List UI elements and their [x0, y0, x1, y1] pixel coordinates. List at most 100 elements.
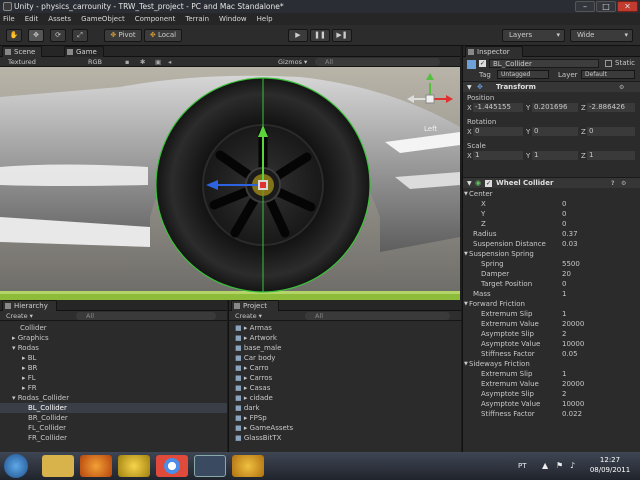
step-button[interactable]: ▶❚	[332, 29, 352, 42]
render-mode-dropdown[interactable]: RGB	[88, 57, 102, 67]
hierarchy-item[interactable]: ▸ BL	[0, 353, 227, 363]
wheel-collider-row-value[interactable]: 0.05	[562, 349, 634, 359]
project-item[interactable]: ■ ▸ Artwork	[229, 333, 461, 343]
rotate-tool-button[interactable]: ⟳	[50, 29, 66, 42]
move-tool-button[interactable]: ✥	[28, 29, 44, 42]
minimize-button[interactable]: –	[575, 1, 595, 12]
foldout-icon[interactable]: ▼	[464, 359, 468, 369]
scene-search-input[interactable]: All	[315, 58, 440, 66]
menu-item[interactable]: Window	[219, 15, 247, 23]
scene-audio-toggle-icon[interactable]: ◂	[168, 57, 171, 67]
project-create-dropdown[interactable]: Create ▾	[235, 311, 262, 321]
scale-z-field[interactable]: 1	[587, 151, 635, 160]
project-search-input[interactable]: All	[305, 312, 450, 320]
pause-button[interactable]: ❚❚	[310, 29, 330, 42]
scene-image-toggle-icon[interactable]: ▣	[155, 57, 161, 67]
project-item[interactable]: ■ dark	[229, 403, 461, 413]
wheel-collider-enabled-checkbox[interactable]: ✓	[485, 180, 492, 187]
wheel-collider-row-value[interactable]: 2	[562, 329, 634, 339]
position-y-field[interactable]: 0.201696	[532, 103, 578, 112]
foldout-icon[interactable]: ▼	[464, 189, 468, 199]
language-indicator[interactable]: PT	[518, 462, 527, 470]
wheel-collider-row-value[interactable]: 1	[562, 369, 634, 379]
wheel-collider-row-value[interactable]: 0	[562, 279, 634, 289]
foldout-icon[interactable]: ▼	[464, 299, 468, 309]
wheel-collider-row-value[interactable]: 20000	[562, 319, 634, 329]
tab-hierarchy[interactable]: Hierarchy	[2, 300, 57, 311]
project-item[interactable]: ■ ▸ GameAssets	[229, 423, 461, 433]
start-button-icon[interactable]	[4, 454, 28, 478]
wheel-collider-row-value[interactable]: 1	[562, 289, 634, 299]
foldout-icon[interactable]: ▼	[464, 249, 468, 259]
wheel-collider-row-value[interactable]: 0	[562, 209, 634, 219]
project-item[interactable]: ■ GlassBitTX	[229, 433, 461, 443]
tab-inspector[interactable]: Inspector	[465, 46, 523, 57]
menu-item[interactable]: File	[3, 15, 15, 23]
hierarchy-search-input[interactable]: All	[76, 312, 216, 320]
project-item[interactable]: ■ base_male	[229, 343, 461, 353]
wheel-collider-header[interactable]: ▼ ◉ ✓ Wheel Collider ? ⚙	[463, 177, 640, 188]
maximize-button[interactable]: □	[596, 1, 616, 12]
hierarchy-item[interactable]: ▾ Rodas_Collider	[0, 393, 227, 403]
hierarchy-item[interactable]: BR_Collider	[0, 413, 227, 423]
hierarchy-item[interactable]: Collider	[0, 323, 227, 333]
explorer-icon[interactable]	[42, 455, 74, 477]
project-item[interactable]: ■ Car body	[229, 353, 461, 363]
hierarchy-create-dropdown[interactable]: Create ▾	[6, 311, 33, 321]
wheel-collider-row-value[interactable]: 2	[562, 389, 634, 399]
scale-tool-button[interactable]: ⤢	[72, 29, 88, 42]
tab-project[interactable]: Project	[231, 300, 279, 311]
project-item[interactable]: ■ ▸ Carro	[229, 363, 461, 373]
gizmos-dropdown[interactable]: Gizmos ▾	[278, 57, 307, 67]
position-z-field[interactable]: -2.886426	[587, 103, 635, 112]
wheel-collider-row-value[interactable]: 10000	[562, 339, 634, 349]
tag-dropdown[interactable]: Untagged	[497, 70, 549, 79]
object-name-field[interactable]: BL_Collider	[489, 59, 599, 68]
wheel-collider-row-value[interactable]: 0.03	[562, 239, 634, 249]
tray-volume-icon[interactable]: ♪	[570, 461, 575, 470]
rotation-y-field[interactable]: 0	[532, 127, 578, 136]
scale-y-field[interactable]: 1	[532, 151, 578, 160]
hierarchy-item[interactable]: FL_Collider	[0, 423, 227, 433]
menu-item[interactable]: Assets	[48, 15, 71, 23]
chrome-icon[interactable]	[156, 455, 188, 477]
hierarchy-item[interactable]: FR_Collider	[0, 433, 227, 443]
scale-x-field[interactable]: 1	[473, 151, 523, 160]
hierarchy-item[interactable]: ▸ Graphics	[0, 333, 227, 343]
static-checkbox[interactable]	[605, 60, 612, 67]
wheel-collider-row-value[interactable]: 5500	[562, 259, 634, 269]
menu-item[interactable]: GameObject	[81, 15, 125, 23]
transform-header[interactable]: ▼ ✥ Transform ⚙	[463, 81, 640, 92]
hierarchy-item[interactable]: ▾ Rodas	[0, 343, 227, 353]
pivot-toggle[interactable]: ✥ Pivot	[104, 29, 142, 42]
wheel-collider-row-value[interactable]: 20000	[562, 379, 634, 389]
project-item[interactable]: ■ ▸ Carros	[229, 373, 461, 383]
active-checkbox[interactable]: ✓	[479, 60, 486, 67]
close-button[interactable]: ✕	[617, 1, 638, 12]
paint-app-icon[interactable]	[232, 455, 264, 477]
tab-scene[interactable]: Scene	[2, 46, 42, 57]
rotation-x-field[interactable]: 0	[473, 127, 523, 136]
menu-item[interactable]: Component	[135, 15, 176, 23]
clock-time[interactable]: 12:27	[592, 456, 628, 464]
position-x-field[interactable]: -1.445155	[473, 103, 523, 112]
tray-network-icon[interactable]: ▲	[542, 461, 548, 470]
project-item[interactable]: ■ ▸ cidade	[229, 393, 461, 403]
security-app-icon[interactable]	[80, 455, 112, 477]
play-button[interactable]: ▶	[288, 29, 308, 42]
hierarchy-item[interactable]: ▸ BR	[0, 363, 227, 373]
layers-dropdown[interactable]: Layers	[502, 29, 565, 42]
wheel-collider-row-value[interactable]: 0	[562, 199, 634, 209]
scene-view[interactable]: Left	[0, 67, 460, 300]
project-item[interactable]: ■ ▸ Casas	[229, 383, 461, 393]
hierarchy-item[interactable]: ▸ FL	[0, 373, 227, 383]
scene-2d-toggle-icon[interactable]: ▪	[125, 57, 129, 67]
project-item[interactable]: ■ ▸ Armas	[229, 323, 461, 333]
wheel-collider-row-value[interactable]: 20	[562, 269, 634, 279]
menu-item[interactable]: Help	[257, 15, 273, 23]
clock-date[interactable]: 08/09/2011	[588, 466, 632, 474]
unity-taskbar-icon[interactable]	[194, 455, 226, 477]
layer-dropdown[interactable]: Default	[581, 70, 635, 79]
wheel-collider-row-value[interactable]: 0.022	[562, 409, 634, 419]
tray-flag-icon[interactable]: ⚑	[556, 461, 563, 470]
